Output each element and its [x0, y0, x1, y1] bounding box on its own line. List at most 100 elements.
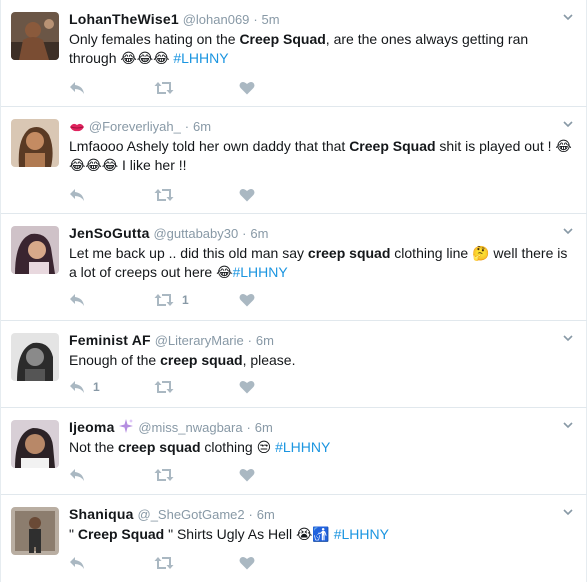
tweet[interactable]: Shaniqua @_SheGotGame2 · 6m " Creep Squa…: [1, 495, 587, 582]
separator: ·: [242, 226, 247, 241]
avatar[interactable]: [11, 226, 59, 274]
separator: ·: [247, 333, 252, 348]
like-button[interactable]: [239, 185, 324, 205]
search-term-highlight: creep squad: [160, 352, 243, 368]
user-handle[interactable]: @guttababy30: [153, 226, 238, 241]
avatar[interactable]: [11, 119, 59, 167]
tweet-actions: 1: [69, 377, 324, 397]
emoji: 😂😂😂: [120, 50, 170, 66]
text-segment: Only females hating on the: [69, 31, 240, 47]
retweet-icon: [154, 380, 174, 394]
retweet-button[interactable]: [154, 185, 239, 205]
user-handle[interactable]: @lohan069: [183, 12, 250, 27]
display-name[interactable]: JenSoGutta: [69, 225, 150, 241]
lips-icon: [70, 123, 84, 132]
timestamp[interactable]: 6m: [193, 119, 211, 134]
reply-button[interactable]: [69, 78, 154, 98]
emoji: 😂: [216, 264, 233, 280]
heart-icon: [239, 468, 255, 482]
timestamp[interactable]: 6m: [250, 226, 268, 241]
timestamp[interactable]: 6m: [255, 420, 273, 435]
retweet-button[interactable]: [154, 377, 239, 397]
reply-button[interactable]: [69, 553, 154, 573]
retweet-icon: [154, 293, 174, 307]
tweet[interactable]: Feminist AF @LiteraryMarie · 6m Enough o…: [1, 321, 587, 408]
search-term-highlight: creep squad: [118, 439, 201, 455]
retweet-button[interactable]: [154, 78, 239, 98]
tweet-header: @Foreverliyah_ · 6m: [69, 117, 211, 136]
timestamp[interactable]: 6m: [257, 507, 275, 522]
retweet-button[interactable]: [154, 465, 239, 485]
tweet-header: Feminist AF @LiteraryMarie · 6m: [69, 331, 274, 350]
user-handle[interactable]: @miss_nwagbara: [138, 420, 242, 435]
tweet[interactable]: JenSoGutta @guttababy30 · 6m Let me back…: [1, 214, 587, 321]
user-handle[interactable]: @Foreverliyah_: [89, 119, 181, 134]
retweet-button[interactable]: [154, 553, 239, 573]
chevron-down-icon[interactable]: [563, 12, 573, 22]
user-handle[interactable]: @_SheGotGame2: [138, 507, 245, 522]
heart-icon: [239, 380, 255, 394]
reply-button[interactable]: [69, 185, 154, 205]
separator: ·: [246, 420, 251, 435]
like-button[interactable]: [239, 465, 324, 485]
text-segment: Enough of the: [69, 352, 161, 368]
reply-icon: [69, 468, 85, 482]
tweet-header: Ijeoma @miss_nwagbara · 6m: [69, 418, 273, 437]
like-button[interactable]: [239, 290, 324, 310]
retweet-button[interactable]: 1: [154, 290, 239, 310]
reply-button[interactable]: [69, 290, 154, 310]
tweet-actions: [69, 465, 324, 485]
heart-icon: [239, 556, 255, 570]
tweet[interactable]: Ijeoma @miss_nwagbara · 6m Not the creep…: [1, 408, 587, 495]
hashtag-link[interactable]: #LHHNY: [334, 526, 389, 542]
tweet-actions: [69, 553, 324, 573]
avatar[interactable]: [11, 333, 59, 381]
separator: ·: [184, 119, 190, 134]
chevron-down-icon[interactable]: [563, 420, 573, 430]
reply-button[interactable]: [69, 465, 154, 485]
like-button[interactable]: [239, 78, 324, 98]
hashtag-link[interactable]: #LHHNY: [232, 264, 287, 280]
reply-button[interactable]: 1: [69, 377, 154, 397]
display-name[interactable]: Feminist AF: [69, 332, 151, 348]
hashtag-link[interactable]: #LHHNY: [275, 439, 330, 455]
text-segment: " Shirts Ugly As Hell: [164, 526, 297, 542]
tweet-text: Only females hating on the Creep Squad, …: [69, 30, 574, 68]
reply-icon: [69, 81, 85, 95]
tweet-text: Not the creep squad clothing 😒 #LHHNY: [69, 438, 574, 457]
display-name[interactable]: LohanTheWise1: [69, 11, 179, 27]
like-button[interactable]: [239, 377, 324, 397]
sparkles-icon: [119, 419, 134, 433]
retweet-icon: [154, 468, 174, 482]
timestamp[interactable]: 5m: [262, 12, 280, 27]
reply-icon: [69, 293, 85, 307]
chevron-down-icon[interactable]: [563, 507, 573, 517]
chevron-down-icon[interactable]: [563, 226, 573, 236]
tweet[interactable]: LohanTheWise1 @lohan069 · 5m Only female…: [1, 0, 587, 107]
tweet-header: JenSoGutta @guttababy30 · 6m: [69, 224, 268, 243]
timestamp[interactable]: 6m: [256, 333, 274, 348]
chevron-down-icon[interactable]: [563, 333, 573, 343]
tweet-text: Lmfaooo Ashely told her own daddy that t…: [69, 137, 574, 175]
tweet-header: LohanTheWise1 @lohan069 · 5m: [69, 10, 280, 29]
display-name[interactable]: Shaniqua: [69, 506, 134, 522]
chevron-down-icon[interactable]: [563, 119, 573, 129]
display-name[interactable]: Ijeoma: [69, 419, 115, 435]
text-segment: clothing: [200, 439, 257, 455]
avatar[interactable]: [11, 507, 59, 555]
tweet[interactable]: @Foreverliyah_ · 6m Lmfaooo Ashely told …: [1, 107, 587, 214]
emoji: 🚮: [312, 526, 330, 542]
avatar[interactable]: [11, 420, 59, 468]
emoji: 😒: [256, 439, 272, 455]
text-segment: clothing line: [390, 245, 473, 261]
user-handle[interactable]: @LiteraryMarie: [155, 333, 244, 348]
tweet-actions: [69, 78, 324, 98]
emoji: 🤔: [472, 245, 490, 261]
heart-icon: [239, 188, 255, 202]
tweet-text: Let me back up .. did this old man say c…: [69, 244, 574, 282]
avatar[interactable]: [11, 12, 59, 60]
tweet-actions: [69, 185, 324, 205]
separator: ·: [253, 12, 258, 27]
like-button[interactable]: [239, 553, 324, 573]
hashtag-link[interactable]: #LHHNY: [173, 50, 228, 66]
